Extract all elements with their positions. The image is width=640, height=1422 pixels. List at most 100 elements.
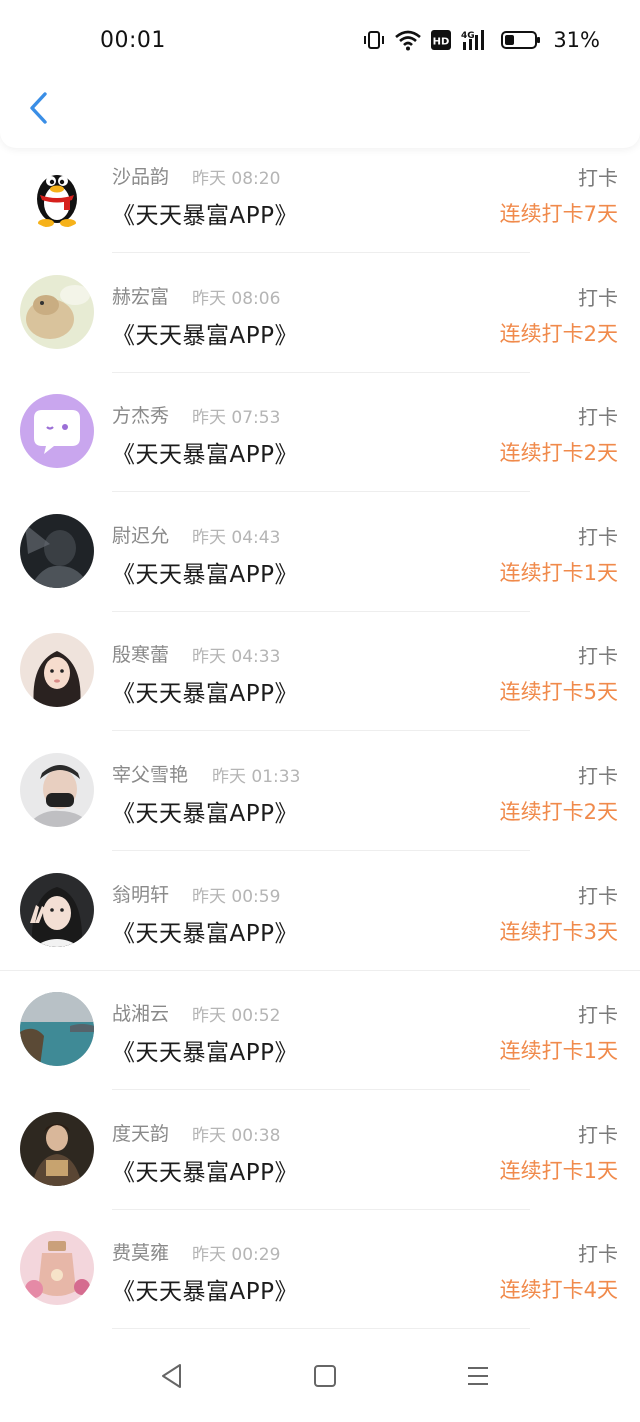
- chevron-left-icon: [27, 91, 49, 129]
- list-item[interactable]: 度天韵 昨天 00:38 《天天暴富APP》 打卡连续打卡1天: [0, 1105, 640, 1225]
- user-name: 殷寒蕾: [112, 644, 170, 667]
- streak-badge: 连续打卡7天: [499, 202, 618, 226]
- nav-menu-button[interactable]: [458, 1358, 498, 1398]
- avatar[interactable]: [20, 1231, 94, 1306]
- checkin-action: 打卡: [578, 883, 618, 908]
- streak-badge: 连续打卡1天: [499, 560, 618, 585]
- divider: [112, 371, 530, 373]
- checkin-time: 昨天 07:53: [192, 408, 281, 429]
- list-item[interactable]: 战湘云 昨天 00:52 《天天暴富APP》 打卡连续打卡1天: [0, 985, 640, 1105]
- list-item[interactable]: 沙品韵 昨天 08:20 《天天暴富APP》 打卡连续打卡7天: [0, 148, 640, 268]
- checkin-time: 昨天 04:33: [192, 647, 281, 668]
- checkin-action: 打卡: [578, 1122, 618, 1147]
- user-name: 赫宏富: [112, 285, 170, 308]
- user-name: 沙品韵: [112, 166, 170, 188]
- avatar[interactable]: [20, 872, 94, 947]
- avatar[interactable]: [20, 1111, 94, 1186]
- checkin-time: 昨天 08:20: [192, 169, 281, 189]
- app-title: 《天天暴富APP》: [112, 800, 298, 827]
- checkin-time: 昨天 00:38: [192, 1125, 281, 1146]
- divider: [112, 491, 530, 493]
- status-icons: HD 4G 31%: [363, 26, 600, 54]
- checkin-time: 昨天 01:33: [212, 766, 301, 787]
- checkin-action: 打卡: [578, 405, 618, 430]
- app-title: 《天天暴富APP》: [112, 442, 298, 469]
- app-title: 《天天暴富APP》: [112, 203, 298, 229]
- user-name: 宰父雪艳: [112, 763, 189, 786]
- avatar[interactable]: [20, 155, 94, 229]
- user-name: 尉迟允: [112, 524, 170, 547]
- divider: [0, 969, 640, 971]
- app-title: 《天天暴富APP》: [112, 561, 298, 588]
- nav-back-button[interactable]: [152, 1358, 192, 1398]
- avatar[interactable]: [20, 274, 94, 349]
- checkin-action: 打卡: [578, 1242, 618, 1267]
- battery-percent: 31%: [553, 28, 600, 52]
- divider: [112, 849, 530, 851]
- system-nav-bar: [0, 1332, 640, 1422]
- wifi-icon: [395, 29, 422, 51]
- divider: [112, 1089, 530, 1091]
- avatar[interactable]: [20, 394, 94, 469]
- nav-home-button[interactable]: [305, 1358, 345, 1398]
- user-name: 费莫雍: [112, 1242, 170, 1265]
- avatar[interactable]: [20, 633, 94, 708]
- streak-badge: 连续打卡1天: [499, 1158, 618, 1183]
- divider: [112, 1328, 530, 1330]
- app-title: 《天天暴富APP》: [112, 920, 298, 947]
- list-item[interactable]: 翁明轩 昨天 00:59 《天天暴富APP》 打卡 连续打卡3天: [0, 866, 640, 986]
- battery-icon: [501, 29, 541, 51]
- checkin-action: 打卡: [578, 763, 618, 788]
- network-label: 4G: [461, 31, 475, 41]
- streak-badge: 连续打卡2天: [499, 799, 618, 824]
- user-name: 翁明轩: [112, 883, 170, 906]
- app-title: 《天天暴富APP》: [112, 1040, 298, 1067]
- avatar[interactable]: [20, 513, 94, 588]
- list-item[interactable]: 尉迟允 昨天 04:43 《天天暴富APP》 打卡连续打卡1天: [0, 507, 640, 627]
- back-button[interactable]: [20, 90, 56, 130]
- hd-label: HD: [433, 37, 450, 48]
- divider: [112, 610, 530, 612]
- user-name: 战湘云: [112, 1003, 170, 1026]
- app-title: 《天天暴富APP》: [112, 1279, 298, 1306]
- streak-badge: 连续打卡3天: [499, 919, 618, 944]
- top-app-bar: 00:01 HD 4G 31%: [0, 0, 640, 148]
- avatar[interactable]: [20, 992, 94, 1067]
- streak-badge: 连续打卡2天: [499, 441, 618, 466]
- user-name: 方杰秀: [112, 405, 170, 428]
- checkin-time: 昨天 08:06: [192, 288, 281, 309]
- divider: [112, 252, 530, 253]
- divider: [112, 1208, 530, 1210]
- triangle-back-icon: [160, 1363, 184, 1393]
- checkin-time: 昨天 04:43: [192, 527, 281, 548]
- checkin-time: 昨天 00:52: [192, 1006, 281, 1027]
- list-item[interactable]: 费莫雍 昨天 00:29 《天天暴富APP》 打卡连续打卡4天: [0, 1224, 640, 1344]
- signal-4g-icon: 4G: [461, 29, 491, 51]
- checkin-time: 昨天 00:29: [192, 1245, 281, 1266]
- app-title: 《天天暴富APP》: [112, 1159, 298, 1186]
- streak-badge: 连续打卡1天: [499, 1039, 618, 1064]
- vibrate-icon: [363, 29, 385, 51]
- list-item[interactable]: 赫宏富 昨天 08:06 《天天暴富APP》 打卡 连续打卡2天: [0, 268, 640, 388]
- checkin-action: 打卡: [578, 166, 618, 190]
- list-item[interactable]: 方杰秀 昨天 07:53 《天天暴富APP》 打卡连续打卡2天: [0, 387, 640, 507]
- app-title: 《天天暴富APP》: [112, 681, 298, 708]
- avatar[interactable]: [20, 752, 94, 827]
- streak-badge: 连续打卡4天: [499, 1278, 618, 1303]
- status-time: 00:01: [100, 28, 166, 53]
- checkin-action: 打卡: [578, 1003, 618, 1028]
- checkin-list: 沙品韵 昨天 08:20 《天天暴富APP》 打卡 连续打卡7天 赫宏富 昨天 08:06 《…: [0, 148, 640, 1344]
- user-name: 度天韵: [112, 1122, 170, 1145]
- checkin-action: 打卡: [578, 285, 618, 310]
- streak-badge: 连续打卡2天: [499, 321, 618, 346]
- status-bar: 00:01 HD 4G 31%: [0, 0, 640, 80]
- lines-menu-icon: [466, 1364, 490, 1392]
- hd-icon: HD: [431, 30, 452, 50]
- list-item[interactable]: 宰父雪艳 昨天 01:33 《天天暴富APP》 打卡连续打卡2天: [0, 746, 640, 866]
- divider: [112, 730, 530, 732]
- square-home-icon: [313, 1364, 337, 1392]
- list-item[interactable]: 殷寒蕾 昨天 04:33 《天天暴富APP》 打卡连续打卡5天: [0, 626, 640, 746]
- checkin-action: 打卡: [578, 644, 618, 669]
- streak-badge: 连续打卡5天: [499, 680, 618, 705]
- checkin-action: 打卡: [578, 524, 618, 549]
